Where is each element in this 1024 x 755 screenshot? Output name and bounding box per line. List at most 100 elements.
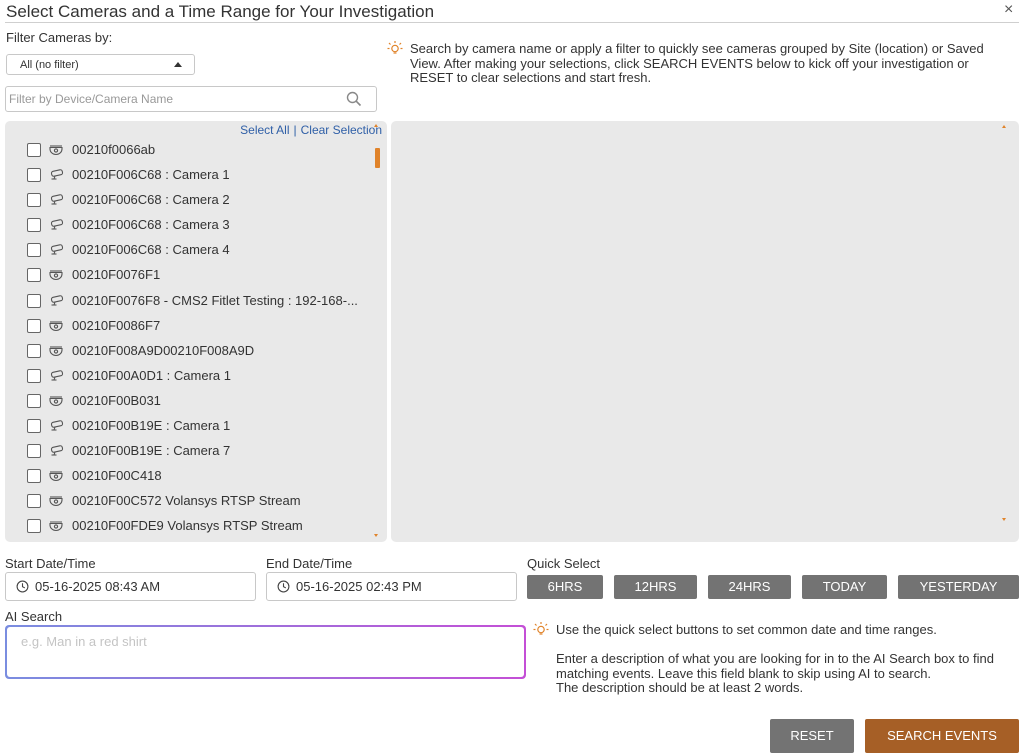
- bullet-camera-icon: [48, 193, 66, 211]
- camera-checkbox[interactable]: [27, 368, 41, 383]
- camera-list-item[interactable]: 00210F006C68 : Camera 2: [5, 188, 375, 213]
- select-all-link[interactable]: Select All: [240, 123, 289, 137]
- camera-name: 00210f0066ab: [72, 142, 156, 157]
- camera-name: 00210F00C572 Volansys RTSP Stream: [72, 493, 301, 509]
- camera-checkbox[interactable]: [27, 268, 41, 283]
- camera-checkbox[interactable]: [27, 143, 41, 157]
- camera-list-item[interactable]: 00210F00B031: [5, 389, 375, 414]
- camera-name: 00210F0076F8 - CMS2 Fitlet Testing : 192…: [72, 292, 358, 308]
- camera-checkbox[interactable]: [27, 469, 41, 484]
- camera-search-input[interactable]: [9, 88, 339, 110]
- camera-list-item[interactable]: 00210F00B19E : Camera 1: [5, 414, 375, 439]
- lightbulb-icon: [533, 621, 549, 642]
- camera-list-item[interactable]: 00210F008A9D00210F008A9D: [5, 339, 375, 364]
- bullet-camera-icon: [48, 419, 66, 437]
- ai-search-field[interactable]: [5, 625, 526, 679]
- start-datetime-value: 05-16-2025 08:43 AM: [35, 579, 161, 594]
- dome-camera-icon: [48, 469, 64, 487]
- camera-checkbox[interactable]: [27, 419, 41, 434]
- ai-search-hint: Enter a description of what you are look…: [556, 651, 1019, 696]
- camera-name: 00210F008A9D00210F008A9D: [72, 342, 255, 358]
- camera-name: 00210F006C68 : Camera 4: [72, 242, 230, 258]
- camera-name: 00210F006C68 : Camera 2: [72, 192, 230, 208]
- hint-line: The description should be at least 2 wor…: [556, 680, 804, 695]
- camera-list-item[interactable]: 00210F00B19E : Camera 7: [5, 439, 375, 464]
- bullet-camera-icon: [48, 294, 66, 312]
- camera-checkbox[interactable]: [27, 343, 41, 358]
- camera-name: 00210F00B19E : Camera 7: [72, 443, 231, 459]
- camera-list-item[interactable]: 00210F00FDE9 Volansys RTSP Stream: [5, 514, 375, 539]
- reset-button[interactable]: RESET: [770, 719, 854, 753]
- quick-yesterday-button[interactable]: YESTERDAY: [898, 575, 1019, 599]
- camera-list-item[interactable]: 00210F0076F8 - CMS2 Fitlet Testing : 192…: [5, 289, 375, 314]
- camera-checkbox[interactable]: [27, 494, 41, 509]
- camera-checkbox[interactable]: [27, 318, 41, 333]
- hint-line: View. After making your selections, clic…: [410, 55, 969, 71]
- link-separator: |: [293, 123, 297, 137]
- camera-name: 00210F006C68 : Camera 1: [72, 167, 230, 183]
- camera-checkbox[interactable]: [27, 168, 41, 183]
- dome-camera-icon: [48, 394, 64, 412]
- bullet-camera-icon: [48, 243, 66, 261]
- quick-select-label: Quick Select: [527, 556, 600, 571]
- close-icon[interactable]: ×: [1004, 1, 1013, 19]
- hint-line: matching events. Leave this field blank …: [556, 665, 932, 681]
- camera-list-item[interactable]: 00210F00A0D1 : Camera 1: [5, 364, 375, 389]
- camera-list-item[interactable]: 00210F00C572 Volansys RTSP Stream: [5, 489, 375, 514]
- camera-list-scrollbar-thumb[interactable]: [375, 148, 380, 168]
- filter-selected-value: All (no filter): [20, 59, 79, 71]
- end-datetime-label: End Date/Time: [266, 556, 353, 571]
- camera-selection-hint: Search by camera name or apply a filter …: [410, 41, 1020, 86]
- camera-checkbox[interactable]: [27, 393, 41, 408]
- camera-checkbox[interactable]: [27, 193, 41, 208]
- quick-select-hint: Use the quick select buttons to set comm…: [556, 622, 937, 637]
- camera-list-item[interactable]: 00210F006C68 : Camera 4: [5, 238, 375, 263]
- camera-checkbox[interactable]: [27, 293, 41, 308]
- camera-list: 00210f0066ab 00210F006C68 : Camera 1 00210…: [5, 138, 375, 540]
- search-icon[interactable]: [346, 91, 362, 112]
- camera-list-item[interactable]: 00210f0066ab: [5, 138, 375, 163]
- quick-12hrs-button[interactable]: 12HRS: [614, 575, 697, 599]
- camera-list-item[interactable]: 00210F0076F1: [5, 263, 375, 288]
- bullet-camera-icon: [48, 444, 66, 462]
- camera-list-item[interactable]: 00210F006C68 : Camera 3: [5, 213, 375, 238]
- quick-24hrs-button[interactable]: 24HRS: [708, 575, 791, 599]
- filter-dropdown[interactable]: All (no filter): [6, 54, 195, 75]
- camera-list-item[interactable]: 00210F00C418: [5, 464, 375, 489]
- camera-checkbox[interactable]: [27, 243, 41, 258]
- search-events-button[interactable]: SEARCH EVENTS: [865, 719, 1019, 753]
- end-datetime-field[interactable]: 05-16-2025 02:43 PM: [266, 572, 517, 601]
- bullet-camera-icon: [48, 218, 66, 236]
- ai-search-input[interactable]: [7, 627, 524, 677]
- quick-today-button[interactable]: TODAY: [802, 575, 887, 599]
- camera-search-field[interactable]: [5, 86, 377, 112]
- camera-list-panel: Select All | Clear Selection 00210f0066ab 0…: [5, 121, 387, 542]
- camera-list-item[interactable]: 00210F0086F7: [5, 314, 375, 339]
- hint-line: Search by camera name or apply a filter …: [410, 41, 984, 56]
- scroll-up-icon[interactable]: [374, 124, 378, 127]
- hint-line: Enter a description of what you are look…: [556, 651, 994, 666]
- start-datetime-field[interactable]: 05-16-2025 08:43 AM: [5, 572, 256, 601]
- dome-camera-icon: [48, 344, 64, 362]
- bullet-camera-icon: [48, 168, 66, 186]
- camera-checkbox[interactable]: [27, 519, 41, 534]
- camera-name: 00210F006C68 : Camera 3: [72, 217, 230, 233]
- start-datetime-label: Start Date/Time: [5, 556, 96, 571]
- scroll-up-icon[interactable]: [1002, 125, 1006, 128]
- dome-camera-icon: [48, 319, 64, 337]
- camera-checkbox[interactable]: [27, 218, 41, 233]
- camera-list-item[interactable]: 00210F006C68 : Camera 1: [5, 163, 375, 188]
- dialog-title: Select Cameras and a Time Range for Your…: [6, 2, 435, 21]
- end-datetime-value: 05-16-2025 02:43 PM: [296, 579, 422, 594]
- scroll-down-icon[interactable]: [374, 534, 378, 537]
- clear-selection-link[interactable]: Clear Selection: [301, 123, 382, 137]
- ai-search-label: AI Search: [5, 609, 63, 624]
- dome-camera-icon: [48, 268, 64, 286]
- dome-camera-icon: [48, 519, 64, 537]
- clock-icon: [16, 580, 29, 596]
- scroll-down-icon[interactable]: [1002, 518, 1006, 521]
- quick-6hrs-button[interactable]: 6HRS: [527, 575, 603, 599]
- dome-camera-icon: [48, 494, 64, 512]
- camera-checkbox[interactable]: [27, 444, 41, 459]
- camera-name: 00210F00FDE9 Volansys RTSP Stream: [72, 518, 303, 534]
